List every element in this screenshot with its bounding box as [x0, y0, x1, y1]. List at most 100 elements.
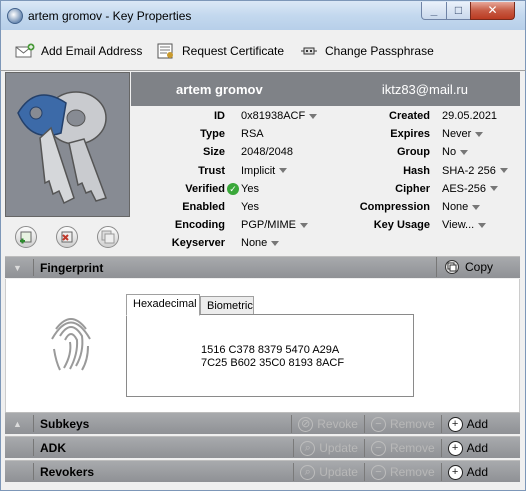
- prop-right-label: Group: [397, 146, 430, 159]
- minimize-button[interactable]: _: [421, 2, 447, 20]
- prop-right-value-text: AES-256: [442, 182, 487, 195]
- prop-right-row: Expires Never: [131, 128, 520, 144]
- prop-right-label: Compression: [359, 201, 430, 213]
- request-certificate-button[interactable]: Request Certificate: [156, 42, 284, 60]
- key-properties: ID 0x81938ACF Type RSA Size 2048/2048 Trust Imp…: [131, 106, 520, 256]
- prop-left-row: Keyserver None: [131, 237, 520, 253]
- update-button[interactable]: ⌕ Update: [293, 439, 364, 457]
- remove-label: Remove: [389, 441, 435, 455]
- dropdown-arrow-icon[interactable]: [490, 186, 499, 192]
- close-icon: ✕: [487, 3, 498, 17]
- add-button[interactable]: + Add: [440, 415, 494, 433]
- section-title: Subkeys: [40, 417, 90, 431]
- add-button[interactable]: + Add: [440, 439, 494, 457]
- dropdown-arrow-icon[interactable]: [499, 168, 508, 174]
- tab-hexadecimal[interactable]: Hexadecimal: [126, 294, 200, 316]
- window-title: artem gromov - Key Properties: [28, 9, 192, 23]
- collapse-chevron-icon: ▼: [13, 263, 22, 273]
- prop-right-row: Cipher AES-256: [131, 183, 520, 199]
- fingerprint-line-2: 7C25 B602 35C0 8193 8ACF: [201, 357, 345, 369]
- prop-right-value-text: None: [442, 201, 469, 213]
- key-image: [5, 72, 130, 217]
- copy-fingerprint-button[interactable]: Copy: [436, 257, 516, 277]
- update-icon: ⌕: [300, 440, 316, 456]
- prop-right-value[interactable]: No: [442, 146, 469, 159]
- add-icon: +: [447, 440, 463, 456]
- remove-label: Remove: [389, 417, 435, 431]
- update-label: Update: [319, 465, 358, 479]
- add-email-icon: [15, 43, 35, 59]
- prop-right-value[interactable]: View...: [442, 219, 487, 231]
- copy-photo-icon: [101, 230, 115, 244]
- change-passphrase-button[interactable]: Change Passphrase: [299, 42, 434, 60]
- section-bar-adk[interactable]: ADK ⌕ Update − Remove + Add: [5, 436, 520, 458]
- add-icon: +: [447, 416, 463, 432]
- fingerprint-display: 1516 C378 8379 5470 A29A 7C25 B602 35C0 …: [126, 314, 414, 397]
- prop-right-value[interactable]: SHA-2 256: [442, 165, 508, 177]
- maximize-button[interactable]: □: [446, 2, 471, 20]
- add-button[interactable]: + Add: [440, 463, 494, 481]
- fingerprint-icon: [51, 318, 91, 371]
- copy-photo-button[interactable]: [97, 226, 119, 248]
- maximize-icon: □: [454, 3, 463, 17]
- remove-photo-icon: [61, 231, 73, 243]
- prop-right-value-text: Never: [442, 128, 472, 141]
- dropdown-arrow-icon[interactable]: [475, 131, 484, 137]
- prop-right-row: Key Usage View...: [131, 219, 520, 235]
- dropdown-arrow-icon[interactable]: [271, 240, 280, 246]
- prop-right-row: Compression None: [131, 201, 520, 217]
- section-bar-subkeys[interactable]: ▲ Subkeys ⊘ Revoke − Remove + Add: [5, 412, 520, 434]
- section-bar-revokers[interactable]: Revokers ⌕ Update − Remove + Add: [5, 460, 520, 482]
- prop-right-value: 29.05.2021: [442, 110, 497, 122]
- tab-biometric[interactable]: Biometric: [200, 296, 254, 315]
- fingerprint-title: Fingerprint: [40, 261, 104, 275]
- pgp-app-icon: [7, 8, 23, 24]
- request-certificate-label: Request Certificate: [182, 44, 285, 58]
- section-actions: ⊘ Revoke − Remove + Add: [291, 415, 494, 433]
- key-owner-name: artem gromov: [176, 82, 263, 97]
- toolbar: Add Email Address Request Certificate Ch…: [0, 30, 526, 70]
- prop-right-label: Hash: [403, 164, 430, 177]
- prop-right-row: Group No: [131, 146, 520, 162]
- prop-right-value-text: SHA-2 256: [442, 164, 496, 177]
- revoke-icon: ⊘: [298, 416, 314, 432]
- prop-right-value[interactable]: AES-256: [442, 182, 499, 195]
- revoke-button[interactable]: ⊘ Revoke: [291, 415, 364, 433]
- prop-right-row: Created 29.05.2021: [131, 110, 520, 126]
- remove-button[interactable]: − Remove: [363, 415, 441, 433]
- prop-right-label: Key Usage: [373, 219, 430, 232]
- add-photo-button[interactable]: [15, 226, 37, 248]
- section-title: Revokers: [40, 465, 95, 479]
- title-bar: artem gromov - Key Properties _ □ ✕: [0, 0, 526, 30]
- update-label: Update: [319, 441, 358, 455]
- prop-right-value-text: No: [442, 146, 457, 159]
- dropdown-arrow-icon[interactable]: [472, 204, 481, 210]
- dropdown-arrow-icon[interactable]: [460, 149, 469, 155]
- section-actions: ⌕ Update − Remove + Add: [293, 439, 494, 457]
- update-button[interactable]: ⌕ Update: [293, 463, 364, 481]
- expand-chevron-icon: ▲: [13, 419, 22, 429]
- remove-button[interactable]: − Remove: [363, 439, 441, 457]
- key-owner-email: iktz83@mail.ru: [381, 82, 468, 97]
- remove-icon: −: [370, 440, 386, 456]
- add-label: Add: [466, 441, 488, 455]
- close-button[interactable]: ✕: [470, 2, 515, 20]
- remove-label: Remove: [389, 465, 435, 479]
- remove-photo-button[interactable]: [56, 226, 78, 248]
- update-icon: ⌕: [300, 464, 316, 480]
- dropdown-arrow-icon[interactable]: [478, 222, 487, 228]
- prop-left-label: Keyserver: [171, 237, 225, 250]
- remove-button[interactable]: − Remove: [363, 463, 441, 481]
- add-email-button[interactable]: Add Email Address: [15, 42, 142, 60]
- add-email-label: Add Email Address: [41, 44, 143, 58]
- change-passphrase-label: Change Passphrase: [325, 44, 434, 58]
- fingerprint-line-1: 1516 C378 8379 5470 A29A: [201, 344, 340, 356]
- prop-right-value[interactable]: None: [442, 201, 481, 213]
- prop-left-value[interactable]: None: [241, 237, 280, 249]
- add-label: Add: [466, 417, 488, 431]
- section-title: ADK: [40, 441, 66, 455]
- passphrase-icon: [299, 43, 319, 59]
- prop-right-label: Created: [389, 110, 430, 122]
- add-label: Add: [466, 465, 488, 479]
- prop-right-value[interactable]: Never: [442, 128, 484, 141]
